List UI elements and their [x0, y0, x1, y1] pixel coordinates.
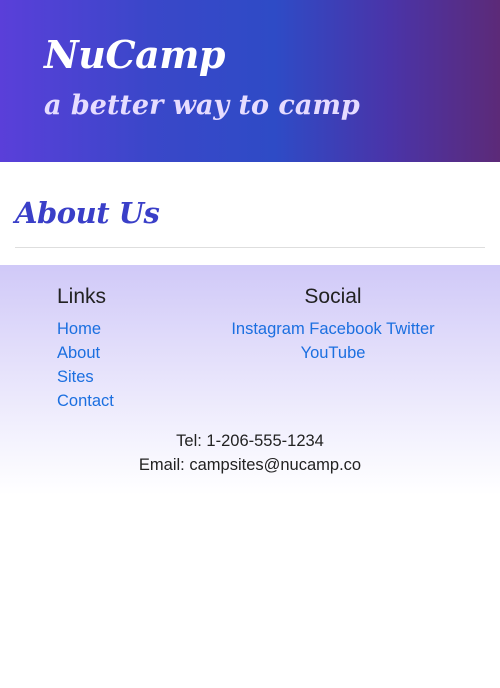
social-heading: Social: [304, 285, 362, 308]
page-title: About Us: [15, 196, 160, 230]
list-item: Home: [57, 317, 114, 341]
site-header: NuCamp a better way to camp: [0, 0, 500, 162]
list-item: Sites: [57, 365, 114, 389]
brand-tagline: a better way to camp: [44, 90, 360, 121]
footer-link-about[interactable]: About: [57, 344, 100, 362]
social-links: Instagram Facebook Twitter YouTube: [222, 317, 444, 365]
brand-name[interactable]: NuCamp: [44, 28, 226, 82]
social-link-instagram[interactable]: Instagram: [231, 320, 304, 338]
divider: [15, 247, 485, 248]
email-label: Email:: [138, 456, 190, 474]
contact-info: Tel: 1-206-555-1234 Email: campsites@nuc…: [0, 429, 500, 477]
phone-number: Tel: 1-206-555-1234: [176, 432, 324, 450]
email-line: Email: campsites@nucamp.co: [0, 453, 500, 477]
social-link-twitter[interactable]: Twitter: [386, 320, 435, 338]
email-address: campsites@nucamp.co: [189, 456, 362, 474]
social-link-youtube[interactable]: YouTube: [301, 344, 366, 362]
footer-links-list: Home About Sites Contact: [57, 317, 114, 413]
list-item: Contact: [57, 389, 114, 413]
footer-link-sites[interactable]: Sites: [57, 368, 94, 386]
footer-link-home[interactable]: Home: [57, 320, 101, 338]
list-item: About: [57, 341, 114, 365]
social-link-facebook[interactable]: Facebook: [309, 320, 381, 338]
footer-link-contact[interactable]: Contact: [57, 392, 114, 410]
